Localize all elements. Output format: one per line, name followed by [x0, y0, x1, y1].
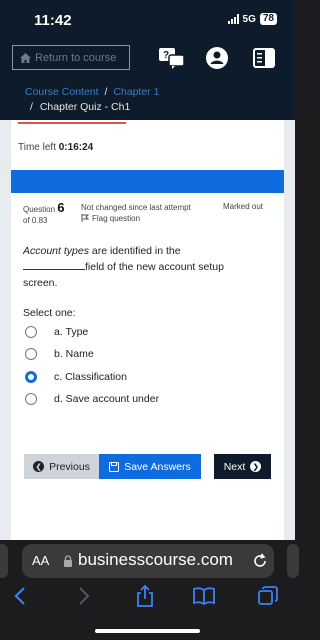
return-label: Return to course: [35, 51, 117, 64]
question-state-text: Not changed since last attempt: [81, 203, 191, 212]
divider: [18, 122, 126, 124]
home-icon: [20, 52, 31, 63]
radio-button-selected[interactable]: [25, 371, 37, 383]
home-indicator: [95, 629, 200, 633]
browser-toolbar: AA businesscourse.com: [0, 540, 299, 640]
status-indicators: 5G 78: [227, 13, 277, 25]
select-one-label: Select one:: [23, 307, 76, 319]
next-button[interactable]: Next ❯: [214, 454, 271, 479]
question-part3: screen.: [23, 277, 58, 289]
option-a[interactable]: a. Type: [25, 324, 88, 340]
sidebar-toggle-icon[interactable]: [252, 47, 276, 69]
tabs-icon[interactable]: [256, 584, 280, 608]
question-part1: are identified in the: [91, 245, 181, 257]
address-bar[interactable]: AA businesscourse.com: [22, 544, 274, 578]
option-b[interactable]: b. Name: [25, 346, 94, 362]
app-header: Return to course ?: [0, 40, 295, 76]
flag-question-label: Flag question: [92, 214, 141, 223]
battery-icon: 78: [259, 13, 277, 25]
tab-peek-left[interactable]: [0, 544, 8, 578]
chat-help-icon[interactable]: ?: [158, 47, 188, 69]
svg-text:?: ?: [163, 50, 169, 61]
option-label: b. Name: [54, 348, 94, 360]
answer-blank: [23, 260, 85, 270]
url-text: businesscourse.com: [78, 550, 233, 569]
user-icon[interactable]: [205, 47, 229, 69]
network-label: 5G: [242, 13, 256, 25]
breadcrumb-quiz: Chapter Quiz - Ch1: [39, 101, 131, 113]
question-state: Not changed since last attempt Flag ques…: [81, 202, 191, 224]
time-left-value: 0:16:24: [58, 142, 94, 153]
lock-icon: [64, 555, 72, 567]
time-left: Time left 0:16:24: [18, 142, 93, 153]
previous-label: Previous: [49, 460, 90, 473]
radio-button[interactable]: [25, 393, 37, 405]
return-to-course-button[interactable]: Return to course: [12, 45, 130, 70]
option-c[interactable]: c. Classification: [25, 369, 127, 385]
time-left-label: Time left: [18, 142, 56, 153]
radio-button[interactable]: [25, 326, 37, 338]
option-label: a. Type: [54, 326, 89, 338]
reload-icon[interactable]: [252, 553, 268, 569]
previous-button[interactable]: ❮ Previous: [24, 454, 99, 479]
question-info: Question 6 of 0.83: [23, 200, 65, 226]
chevron-left-icon: ❮: [33, 461, 45, 472]
breadcrumb-separator: /: [104, 86, 108, 98]
option-label: d. Save account under: [54, 393, 160, 405]
breadcrumb-separator: /: [30, 101, 33, 113]
save-icon: [109, 461, 120, 472]
question-number: 6: [57, 200, 65, 215]
signal-icon: [227, 14, 239, 24]
forward-icon[interactable]: [72, 584, 96, 608]
save-answers-button[interactable]: Save Answers: [99, 454, 201, 479]
question-label: Question: [23, 205, 56, 214]
main-content: Time left 0:16:24 Question 6 of 0.83 Not…: [0, 120, 295, 540]
breadcrumb-course-content[interactable]: Course Content: [25, 86, 99, 98]
quiz-card: Time left 0:16:24 Question 6 of 0.83 Not…: [11, 120, 284, 540]
status-bar: 11:42 5G 78: [0, 0, 295, 40]
quiz-nav-bar: [11, 170, 284, 193]
browser-nav: [0, 584, 295, 614]
share-icon[interactable]: [133, 584, 157, 608]
flag-question[interactable]: Flag question: [81, 214, 140, 223]
back-icon[interactable]: [8, 584, 32, 608]
save-answers-label: Save Answers: [124, 460, 191, 473]
status-time: 11:42: [34, 12, 72, 29]
question-term: Account types: [23, 245, 89, 257]
bookmarks-icon[interactable]: [192, 584, 216, 608]
marked-out: Marked out: [223, 202, 264, 211]
question-part2: field of the new account setup: [85, 261, 224, 273]
breadcrumb-chapter[interactable]: Chapter 1: [113, 86, 159, 98]
breadcrumb: Course Content / Chapter 1 / Chapter Qui…: [0, 76, 295, 120]
chevron-right-icon: ❯: [250, 461, 262, 472]
option-d[interactable]: d. Save account under: [25, 391, 159, 407]
question-text: Account types are identified in the fiel…: [23, 243, 273, 291]
reader-settings-button[interactable]: AA: [32, 553, 49, 568]
question-points: of 0.83: [23, 216, 48, 225]
tab-peek-right[interactable]: [287, 544, 299, 578]
flag-icon: [81, 214, 90, 222]
option-label: c. Classification: [54, 371, 127, 383]
radio-button[interactable]: [25, 348, 37, 360]
next-label: Next: [223, 460, 246, 473]
